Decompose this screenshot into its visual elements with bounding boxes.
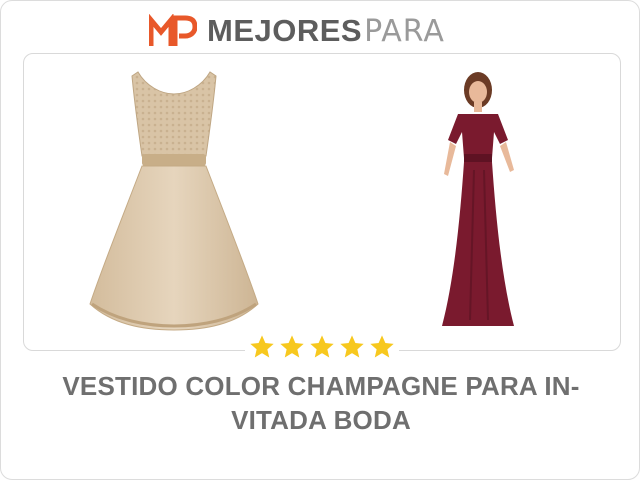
star-icon	[250, 335, 274, 358]
mp-logo-icon	[149, 14, 197, 46]
rating-stars	[245, 333, 399, 361]
product-title[interactable]: VESTIDO COLOR CHAMPAGNE PARA IN- VITADA …	[21, 369, 621, 437]
star-icon	[370, 335, 394, 358]
champagne-dress-image	[89, 71, 259, 331]
product-title-line: VITADA BODA	[231, 405, 411, 435]
product-card[interactable]: MEJORES PARA VESTIDO COLOR CHAMPAGNE PAR…	[0, 0, 640, 480]
logo-name-sub: PARA	[364, 13, 445, 49]
site-logo[interactable]: MEJORES PARA	[149, 11, 445, 51]
product-title-line: VESTIDO COLOR CHAMPAGNE PARA IN-	[62, 371, 580, 401]
star-icon	[280, 335, 304, 358]
logo-name-main: MEJORES	[207, 13, 363, 48]
burgundy-dress-image	[442, 72, 514, 326]
star-icon	[310, 335, 334, 358]
product-image[interactable]	[23, 53, 621, 351]
star-icon	[340, 335, 364, 358]
